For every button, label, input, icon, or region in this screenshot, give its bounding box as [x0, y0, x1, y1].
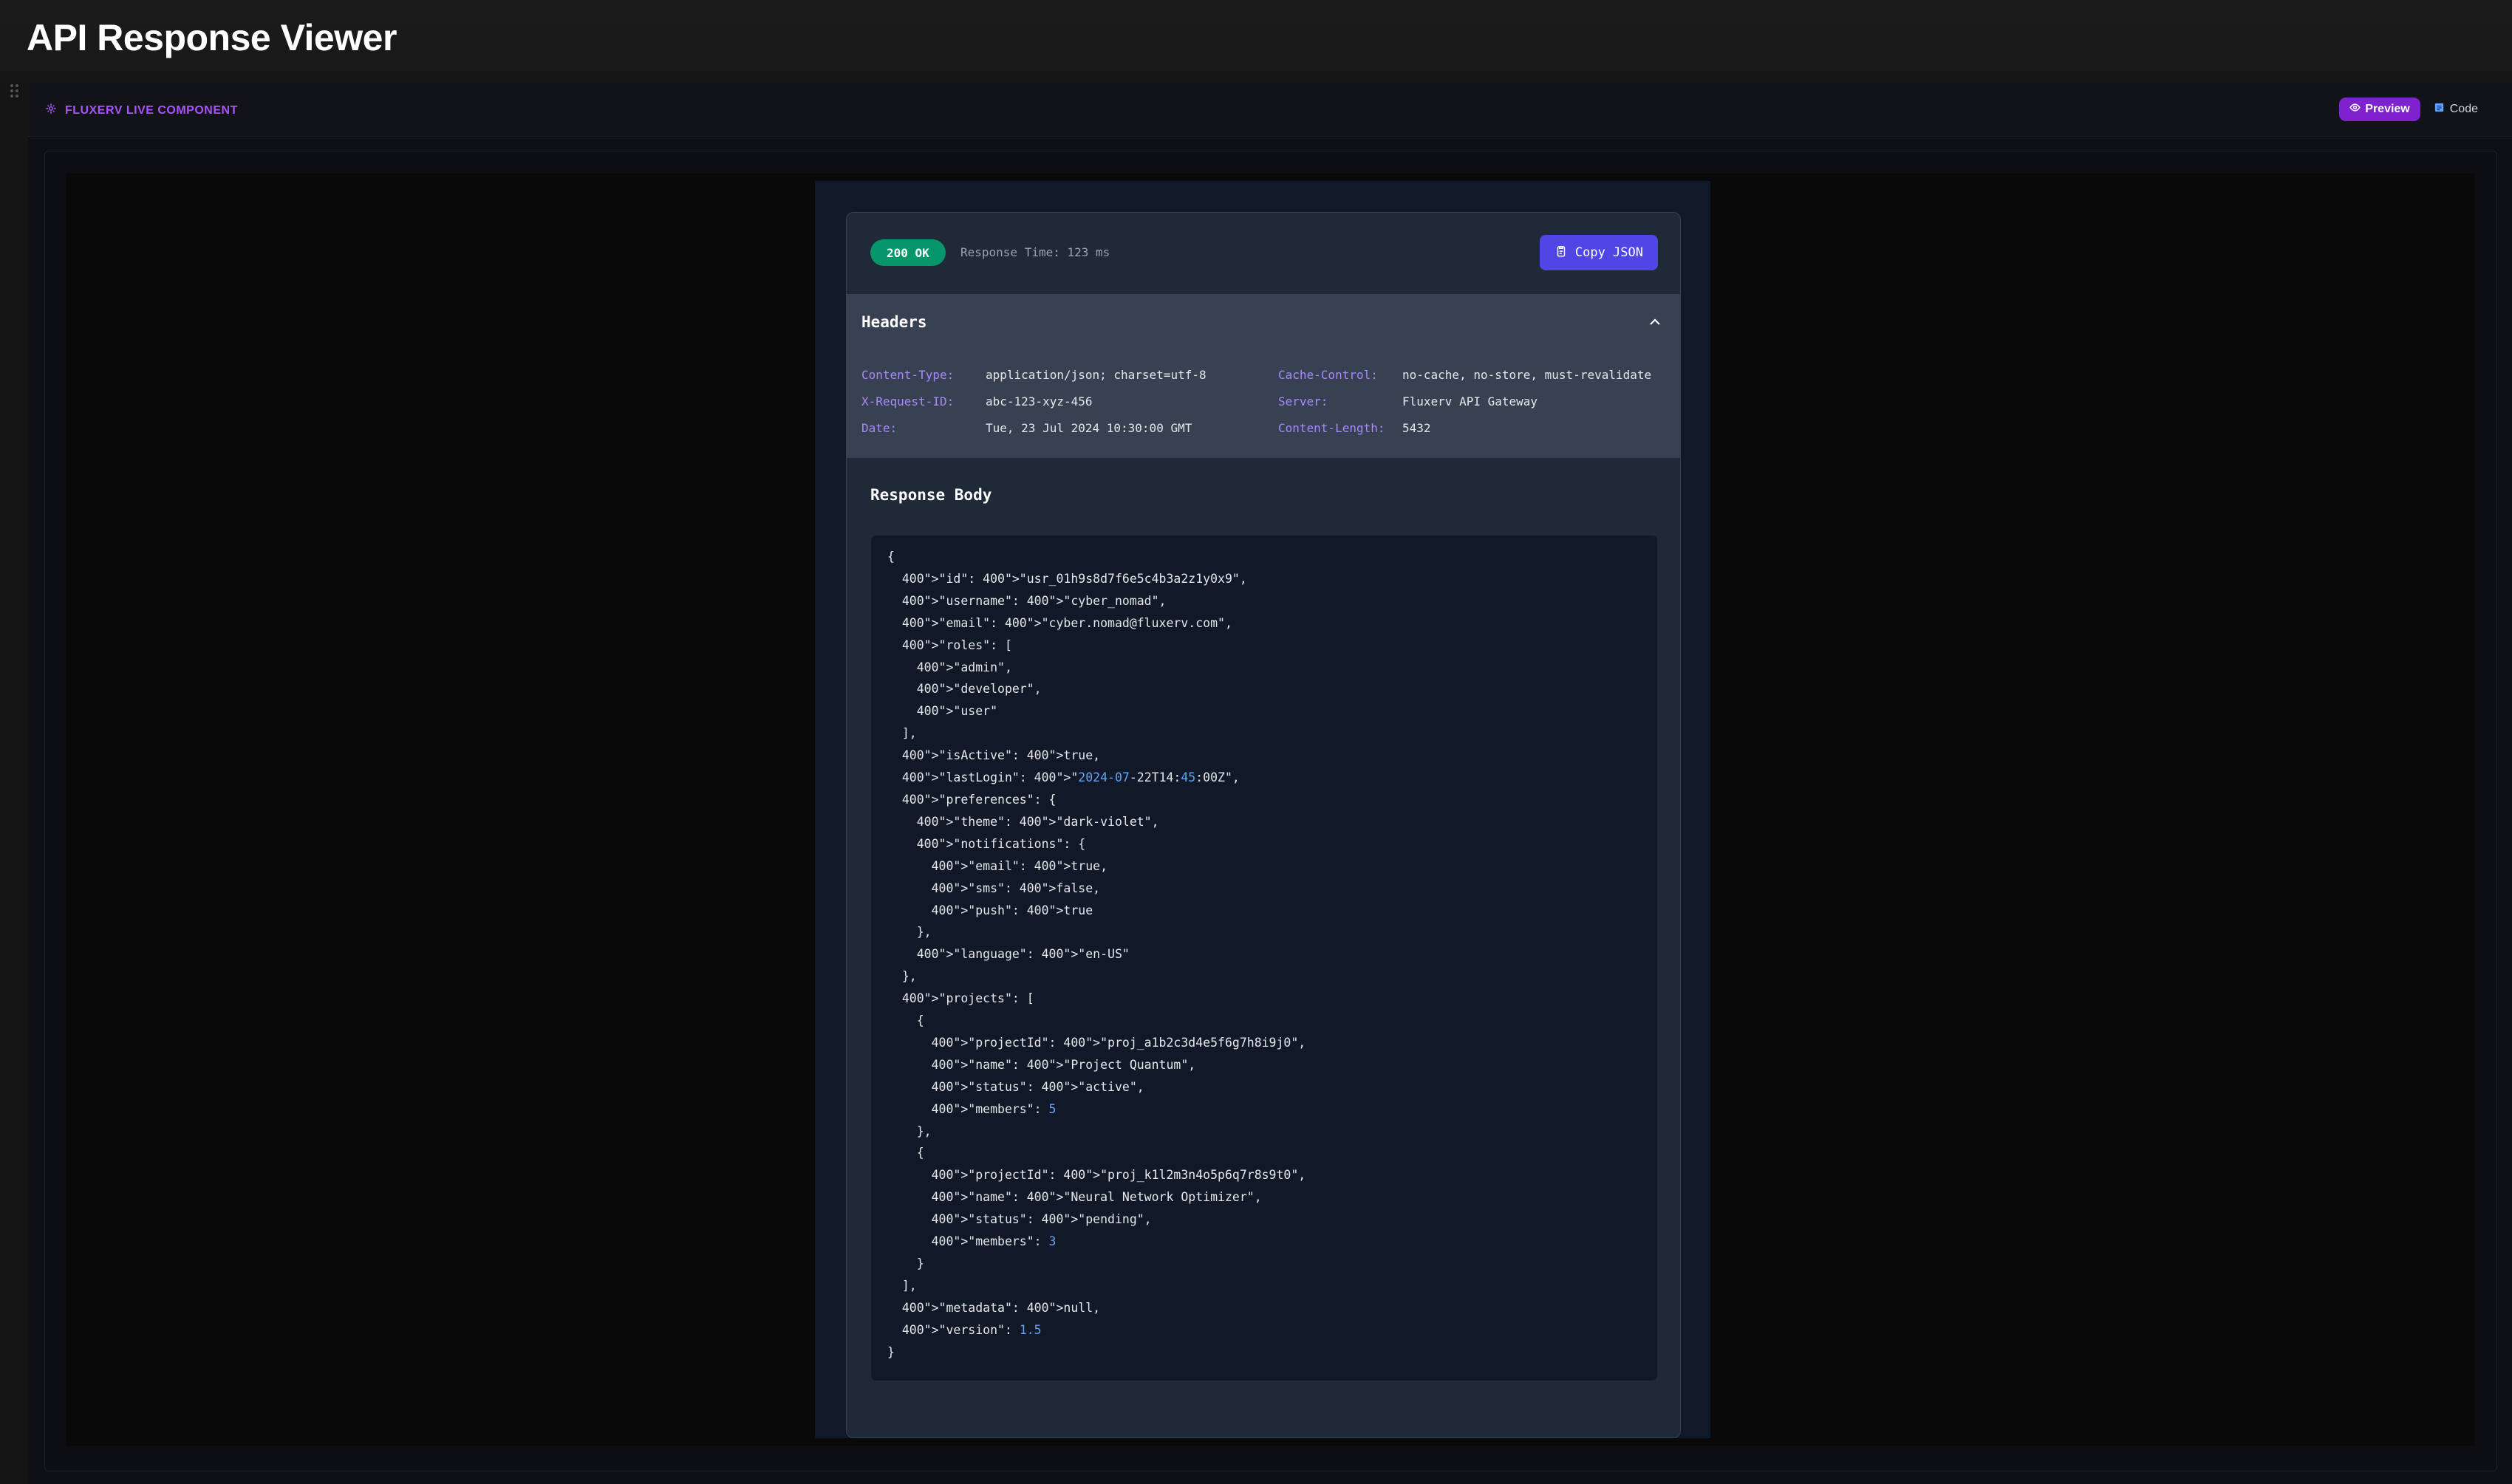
code-line: 400">"theme": 400">"dark-violet", — [887, 814, 1159, 829]
header-key: Server: — [1278, 394, 1328, 408]
json-number: 3 — [1048, 1234, 1057, 1249]
response-summary: 200 OK Response Time: 123 ms Copy JSON — [847, 213, 1680, 295]
code-icon — [2434, 102, 2445, 117]
code-button[interactable]: Code — [2428, 98, 2484, 121]
code-line: 400">"name": 400">"Neural Network Optimi… — [887, 1190, 1262, 1205]
code-line: { — [887, 1146, 924, 1160]
code-line: 400">"projectId": 400">"proj_k1l2m3n4o5p… — [887, 1168, 1306, 1183]
code-line: 400">"lastLogin": 400">"2024-07-22T14:45… — [887, 767, 1306, 789]
page-title: API Response Viewer — [27, 17, 397, 58]
code-line: 400">"name": 400">"Project Quantum", — [887, 1057, 1196, 1072]
code-line: 400">"user" — [887, 704, 998, 719]
status-badge: 200 OK — [870, 239, 946, 266]
header-value: abc-123-xyz-456 — [986, 394, 1093, 408]
component-panel: FLUXERV LIVE COMPONENT Preview Code 200 … — [28, 83, 2512, 1484]
json-code: { 400">"id": 400">"usr_01h9s8d7f6e5c4b3a… — [887, 546, 1306, 1364]
json-text: 400">"members": — [887, 1234, 1049, 1249]
code-line: 400">"status": 400">"active", — [887, 1079, 1144, 1094]
code-line: 400">"email": 400">"cyber.nomad@fluxerv.… — [887, 615, 1232, 630]
code-line: }, — [887, 969, 917, 984]
code-line: 400">"preferences": { — [887, 792, 1057, 807]
json-number: 45 — [1181, 770, 1196, 785]
header-key: Content-Length: — [1278, 421, 1385, 435]
preview-label: Preview — [2365, 103, 2410, 115]
header-value: application/json; charset=utf-8 — [986, 368, 1206, 382]
json-text: 400">"lastLogin": 400">" — [887, 770, 1079, 785]
json-number: 2024-07 — [1078, 770, 1130, 785]
code-line: 400">"developer", — [887, 682, 1042, 697]
header-key: Date: — [861, 421, 898, 435]
json-code-block: { 400">"id": 400">"usr_01h9s8d7f6e5c4b3a… — [870, 535, 1658, 1381]
json-text: 400">"members": — [887, 1101, 1049, 1116]
header-value: Tue, 23 Jul 2024 10:30:00 GMT — [986, 421, 1192, 435]
code-line: 400">"notifications": { — [887, 836, 1086, 851]
code-line: 400">"metadata": 400">null, — [887, 1300, 1101, 1315]
code-line: 400">"members": 3 — [887, 1231, 1306, 1253]
chevron-up-icon[interactable] — [1646, 313, 1664, 331]
preview-stage: 200 OK Response Time: 123 ms Copy JSON H… — [66, 174, 2474, 1446]
code-line: } — [887, 1256, 924, 1271]
api-viewer: 200 OK Response Time: 123 ms Copy JSON H… — [815, 181, 1710, 1438]
code-line: { — [887, 550, 895, 564]
clipboard-icon — [1554, 245, 1568, 261]
code-line: { — [887, 1013, 924, 1028]
preview-button[interactable]: Preview — [2339, 98, 2420, 121]
code-line: 400">"language": 400">"en-US" — [887, 947, 1130, 962]
response-body-title: Response Body — [870, 486, 992, 504]
copy-json-label: Copy JSON — [1574, 245, 1643, 260]
code-line: 400">"projectId": 400">"proj_a1b2c3d4e5f… — [887, 1035, 1306, 1050]
sparkle-icon — [44, 102, 58, 119]
json-number: 1.5 — [1019, 1322, 1042, 1337]
code-line: 400">"admin", — [887, 660, 1012, 674]
code-line: 400">"username": 400">"cyber_nomad", — [887, 593, 1167, 608]
component-label: FLUXERV LIVE COMPONENT — [44, 102, 238, 119]
panel-header: FLUXERV LIVE COMPONENT Preview Code — [28, 83, 2512, 137]
code-label: Code — [2449, 103, 2478, 115]
header-value: 5432 — [1402, 421, 1431, 435]
response-time: Response Time: 123 ms — [960, 245, 1110, 259]
component-label-text: FLUXERV LIVE COMPONENT — [65, 103, 238, 117]
code-line: 400">"status": 400">"pending", — [887, 1212, 1152, 1227]
copy-json-button[interactable]: Copy JSON — [1539, 235, 1658, 270]
json-number: 5 — [1048, 1101, 1057, 1116]
code-line: 400">"sms": 400">false, — [887, 881, 1101, 895]
preview-frame: 200 OK Response Time: 123 ms Copy JSON H… — [44, 151, 2497, 1471]
json-text: :00Z", — [1195, 770, 1240, 785]
view-toggle: Preview Code — [2339, 98, 2484, 121]
drag-handle-icon[interactable] — [10, 84, 21, 99]
code-line: 400">"version": 1.5 — [887, 1319, 1306, 1341]
header-key: Content-Type: — [861, 368, 955, 382]
code-line: 400">"isActive": 400">true, — [887, 748, 1101, 763]
response-card: 200 OK Response Time: 123 ms Copy JSON H… — [846, 212, 1681, 1438]
header-value: no-cache, no-store, must-revalidate — [1402, 368, 1652, 382]
panel-drag-handle[interactable] — [9, 83, 28, 1484]
code-line: ], — [887, 726, 917, 741]
header-value: Fluxerv API Gateway — [1402, 394, 1538, 408]
json-text: 400">"version": — [887, 1322, 1020, 1337]
code-line: 400">"email": 400">true, — [887, 858, 1108, 873]
top-bar: API Response Viewer — [0, 0, 2512, 83]
code-line: ], — [887, 1278, 917, 1293]
headers-title[interactable]: Headers — [861, 313, 927, 331]
code-line: 400">"roles": [ — [887, 637, 1012, 652]
json-text: -22T14: — [1129, 770, 1181, 785]
header-key: Cache-Control: — [1278, 368, 1378, 382]
code-line: 400">"projects": [ — [887, 991, 1034, 1006]
eye-icon — [2349, 102, 2361, 117]
code-line: 400">"id": 400">"usr_01h9s8d7f6e5c4b3a2z… — [887, 571, 1247, 586]
code-line: } — [887, 1344, 895, 1359]
code-line: 400">"members": 5 — [887, 1098, 1306, 1121]
headers-section: Headers Content-Type: application/json; … — [847, 294, 1680, 458]
code-line: }, — [887, 1124, 932, 1138]
code-line: }, — [887, 925, 932, 940]
code-line: 400">"push": 400">true — [887, 903, 1093, 917]
header-key: X-Request-ID: — [861, 394, 955, 408]
